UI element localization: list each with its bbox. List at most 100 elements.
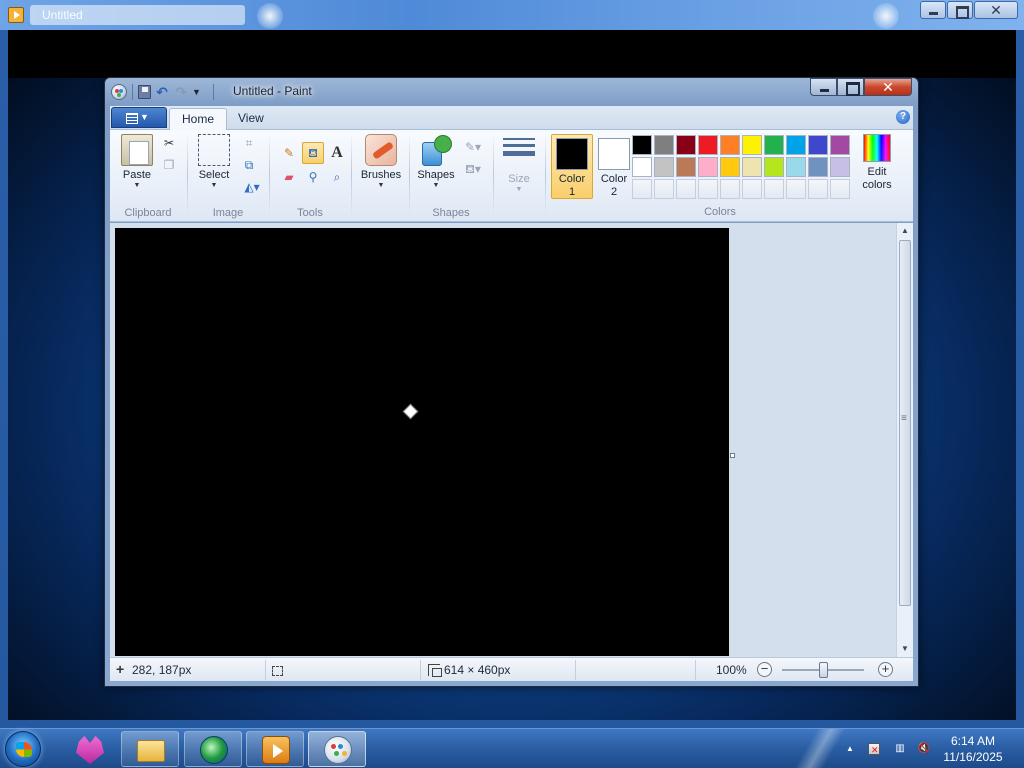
zoom-slider-thumb[interactable] bbox=[819, 662, 828, 678]
eraser-icon[interactable]: ▰ bbox=[278, 166, 300, 188]
palette-custom-slot[interactable] bbox=[632, 179, 652, 199]
palette-swatch[interactable] bbox=[654, 135, 674, 155]
palette-swatch[interactable] bbox=[676, 135, 696, 155]
tab-view[interactable]: View bbox=[226, 108, 276, 130]
rotate-icon[interactable]: ◭▾ bbox=[238, 176, 266, 198]
brushes-button[interactable]: Brushes ▼ bbox=[356, 134, 406, 190]
color2-button[interactable]: Color 2 bbox=[593, 134, 635, 199]
palette-swatch[interactable] bbox=[698, 157, 718, 177]
shapes-group: Shapes ▼ ✎▾ ⛾▾ Shapes bbox=[410, 130, 492, 222]
shapes-group-label: Shapes bbox=[432, 207, 470, 219]
scroll-down-icon[interactable]: ▼ bbox=[897, 641, 913, 657]
palette-swatch[interactable] bbox=[742, 135, 762, 155]
help-icon[interactable]: ? bbox=[896, 110, 910, 124]
volume-muted-icon[interactable]: 🔇 bbox=[916, 741, 932, 757]
taskbar-paint[interactable] bbox=[308, 731, 366, 767]
fill-icon[interactable]: ⛾ bbox=[302, 142, 324, 164]
outline-icon[interactable]: ✎▾ bbox=[460, 136, 486, 158]
paint-window: ↶ ↷ ▼ Untitled - Paint ✕ ▼ Home View ? P… bbox=[104, 77, 919, 687]
palette-custom-slot[interactable] bbox=[720, 179, 740, 199]
taskbar-app-pinned[interactable] bbox=[60, 731, 118, 767]
outer-maximize-button[interactable] bbox=[947, 1, 973, 19]
ribbon: Paste ▼ ✂ ❐ Clipboard Select ▼ ⌗ ⧉ ◭▾ Im… bbox=[110, 130, 913, 222]
show-hidden-icons-chevron-up-icon[interactable]: ▲ bbox=[842, 741, 858, 757]
palette-swatch[interactable] bbox=[808, 135, 828, 155]
save-icon[interactable] bbox=[138, 85, 151, 99]
palette-swatch[interactable] bbox=[654, 157, 674, 177]
palette-custom-slot[interactable] bbox=[786, 179, 806, 199]
outer-minimize-button[interactable] bbox=[920, 1, 946, 19]
palette-swatch[interactable] bbox=[786, 135, 806, 155]
palette-swatch[interactable] bbox=[764, 135, 784, 155]
clipboard-group: Paste ▼ ✂ ❐ Clipboard bbox=[110, 130, 186, 222]
palette-swatch[interactable] bbox=[808, 157, 828, 177]
magnifier-icon[interactable]: ⌕ bbox=[326, 166, 348, 188]
palette-custom-slot[interactable] bbox=[698, 179, 718, 199]
taskbar-media-player[interactable] bbox=[246, 731, 304, 767]
palette-custom-slot[interactable] bbox=[742, 179, 762, 199]
palette-custom-slot[interactable] bbox=[654, 179, 674, 199]
paint-titlebar[interactable]: ↶ ↷ ▼ Untitled - Paint ✕ bbox=[105, 78, 918, 106]
clock[interactable]: 6:14 AM 11/16/2025 bbox=[935, 733, 1011, 765]
canvas-workspace: ▲ ▼ bbox=[110, 223, 913, 657]
palette-swatch[interactable] bbox=[698, 135, 718, 155]
zoom-out-icon[interactable]: − bbox=[757, 662, 772, 677]
text-icon[interactable]: A bbox=[326, 142, 348, 164]
maximize-button[interactable] bbox=[837, 78, 864, 96]
brushes-label: Brushes bbox=[360, 169, 402, 181]
edit-colors-button[interactable]: Edit colors bbox=[855, 134, 899, 192]
fill-style-icon[interactable]: ⛾▾ bbox=[460, 158, 486, 180]
palette-swatch[interactable] bbox=[830, 135, 850, 155]
paste-button[interactable]: Paste ▼ bbox=[118, 134, 156, 190]
palette-swatch[interactable] bbox=[720, 135, 740, 155]
player-app-icon bbox=[8, 7, 24, 23]
palette-custom-slot[interactable] bbox=[676, 179, 696, 199]
color2-swatch bbox=[598, 138, 630, 170]
action-center-flag-icon[interactable] bbox=[868, 743, 880, 755]
taskbar-media-center[interactable] bbox=[184, 731, 242, 767]
close-button[interactable]: ✕ bbox=[864, 78, 912, 96]
shapes-button[interactable]: Shapes ▼ bbox=[414, 134, 458, 190]
palette-swatch[interactable] bbox=[786, 157, 806, 177]
shapes-icon bbox=[420, 134, 452, 166]
scroll-up-icon[interactable]: ▲ bbox=[897, 223, 913, 239]
drawing-canvas[interactable] bbox=[115, 228, 729, 656]
taskbar-explorer[interactable] bbox=[121, 731, 179, 767]
vertical-scrollbar[interactable]: ▲ ▼ bbox=[896, 223, 913, 657]
media-player-icon bbox=[262, 736, 290, 764]
palette-custom-slot[interactable] bbox=[764, 179, 784, 199]
minimize-button[interactable] bbox=[810, 78, 837, 96]
palette-swatch[interactable] bbox=[830, 157, 850, 177]
cut-icon[interactable]: ✂ bbox=[158, 132, 180, 154]
tab-home[interactable]: Home bbox=[169, 108, 228, 131]
color1-button[interactable]: Color 1 bbox=[551, 134, 593, 199]
copy-icon[interactable]: ❐ bbox=[158, 154, 180, 176]
palette-swatch[interactable] bbox=[742, 157, 762, 177]
redo-icon[interactable]: ↷ bbox=[173, 84, 189, 100]
canvas-resize-handle[interactable] bbox=[730, 453, 735, 458]
paint-menu-button[interactable]: ▼ bbox=[111, 107, 167, 128]
outer-close-button[interactable]: ✕ bbox=[974, 1, 1018, 19]
palette-swatch[interactable] bbox=[764, 157, 784, 177]
palette-swatch[interactable] bbox=[720, 157, 740, 177]
size-button[interactable]: Size ▼ bbox=[498, 134, 540, 194]
resize-icon[interactable]: ⧉ bbox=[238, 154, 260, 176]
image-group: Select ▼ ⌗ ⧉ ◭▾ Image bbox=[188, 130, 268, 222]
start-button[interactable] bbox=[5, 731, 41, 767]
undo-icon[interactable]: ↶ bbox=[154, 84, 170, 100]
pencil-icon[interactable]: ✎ bbox=[278, 142, 300, 164]
crop-icon[interactable]: ⌗ bbox=[238, 132, 260, 154]
color-picker-icon[interactable]: ⚲ bbox=[302, 166, 324, 188]
scrollbar-thumb[interactable] bbox=[899, 240, 911, 606]
network-icon[interactable]: ▥ bbox=[892, 741, 908, 757]
palette-swatch[interactable] bbox=[632, 135, 652, 155]
palette-custom-slot[interactable] bbox=[830, 179, 850, 199]
select-button[interactable]: Select ▼ bbox=[194, 134, 234, 190]
palette-swatch[interactable] bbox=[676, 157, 696, 177]
tools-group: ✎ ⛾ A ▰ ⚲ ⌕ Tools bbox=[270, 130, 350, 222]
zoom-in-icon[interactable]: + bbox=[878, 662, 893, 677]
paint-logo-icon[interactable] bbox=[111, 84, 127, 100]
palette-custom-slot[interactable] bbox=[808, 179, 828, 199]
palette-swatch[interactable] bbox=[632, 157, 652, 177]
customize-qat-chevron-down-icon[interactable]: ▼ bbox=[192, 84, 208, 100]
